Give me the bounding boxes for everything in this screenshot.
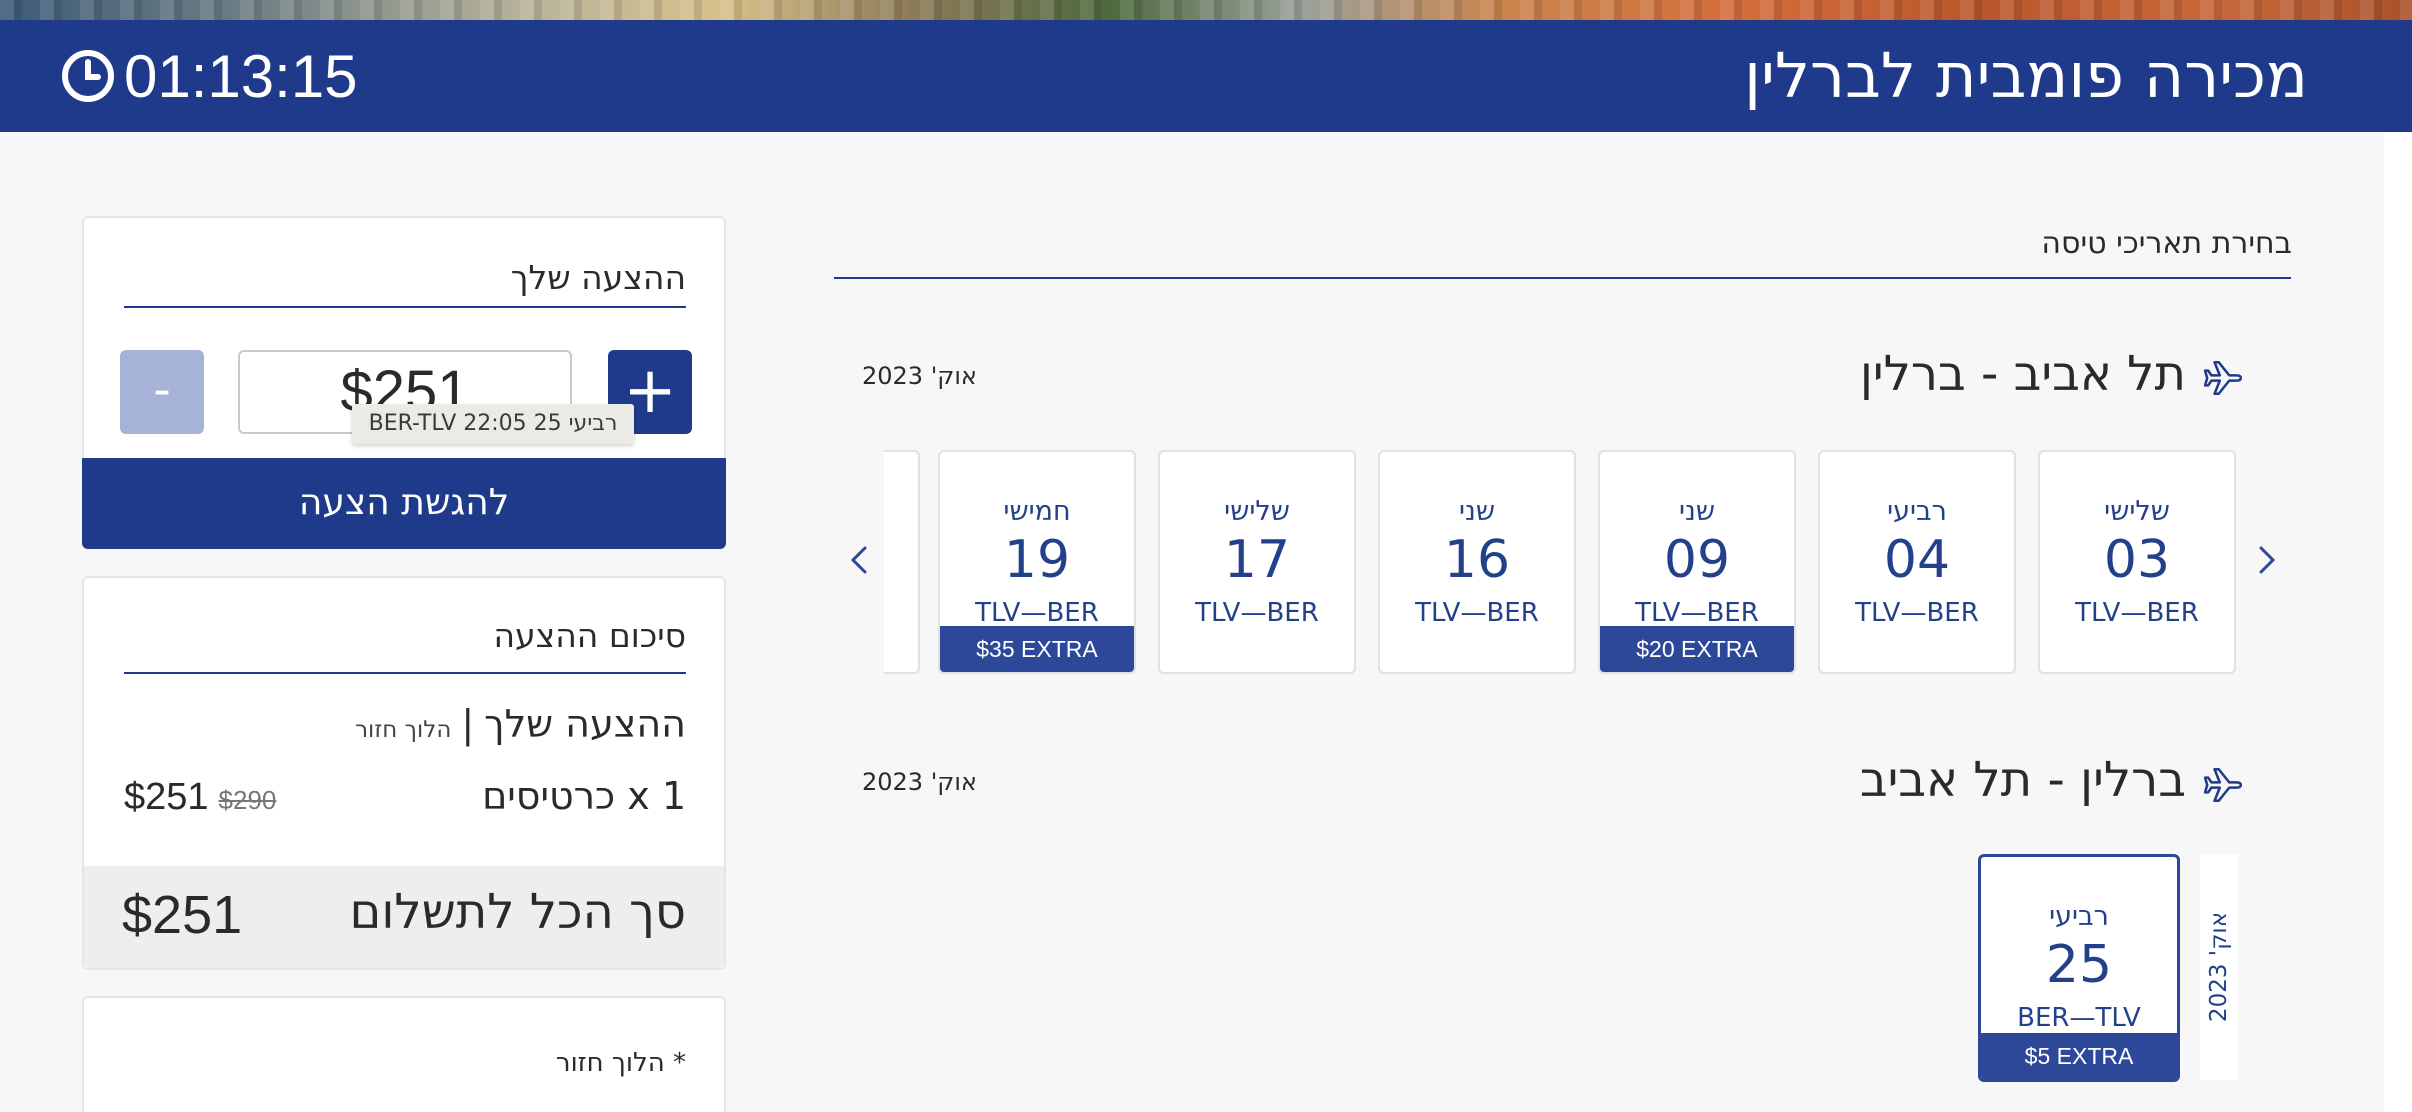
return-route-title: ברלין - תל אביב [1859,752,2186,808]
offer-panel: ההצעה שלך - $251 + רביעי 25 BER-TLV 22:0… [82,216,726,549]
chevron-right-icon[interactable] [2252,540,2282,580]
ticket-price: $251 $290 [124,776,276,819]
date-card-route: TLV—BER [1635,598,1759,628]
date-card-day: 16 [1443,530,1511,590]
offer-type-main: ההצעה שלך [484,702,686,746]
page-title: מכירה פומבית לברלין [1744,39,2308,112]
summary-heading-rule [124,672,686,674]
chevron-left-icon[interactable] [844,540,874,580]
tickets-count-label: 1 x כרטיסים [482,774,686,818]
offer-heading-rule [124,306,686,308]
right-gutter [2384,132,2412,1112]
date-card-day: 25 [2045,935,2113,995]
date-card-weekday: שני [1679,496,1715,527]
offer-type-separator: | [461,702,475,746]
date-card-partial[interactable] [884,450,920,674]
decrease-offer-button[interactable]: - [120,350,204,434]
offer-type-line: ההצעה שלך | הלוך חזור [355,702,686,746]
submit-offer-button[interactable]: להגשת הצעה [82,458,726,549]
total-label: סך הכל לתשלום [349,884,686,940]
date-card-route: BER—TLV [2017,1003,2141,1033]
date-card-day: 17 [1223,530,1291,590]
date-card-route: TLV—BER [2075,598,2199,628]
date-card-extra-badge: $35 EXTRA [940,626,1134,672]
date-card-route: TLV—BER [1855,598,1979,628]
date-card-weekday: שלישי [2104,496,2170,527]
offer-summary-panel: סיכום ההצעה ההצעה שלך | הלוך חזור 1 x כר… [82,576,726,970]
total-bar: סך הכל לתשלום $251 [84,866,724,968]
date-card-route: TLV—BER [1415,598,1539,628]
offer-heading: ההצעה שלך [510,258,686,297]
date-card-weekday: שלישי [1224,496,1290,527]
clock-icon [62,50,114,102]
outbound-route-title: תל אביב - ברלין [1859,346,2186,402]
outbound-month-label: אוק' 2023 [862,362,977,390]
plane-icon [2203,360,2243,396]
date-card-weekday: חמישי [1003,496,1071,527]
month-side-label-text: אוק' 2023 [2206,911,2232,1023]
date-card-day: 09 [1663,530,1731,590]
date-card-day: 03 [2103,530,2171,590]
date-card[interactable]: שלישי 17 TLV—BER [1158,450,1356,674]
date-card-day: 04 [1883,530,1951,590]
date-card[interactable]: שלישי 03 TLV—BER [2038,450,2236,674]
total-amount: $251 [122,885,243,945]
date-card-extra-badge: $5 EXTRA [1981,1033,2177,1079]
month-side-label: אוק' 2023 [2200,854,2238,1080]
date-card-weekday: רביעי [2049,901,2109,932]
date-card[interactable]: שני 16 TLV—BER [1378,450,1576,674]
date-card[interactable]: שני 09 TLV—BER $20 EXTRA [1598,450,1796,674]
dates-section-title: בחירת תאריכי טיסה [2041,226,2292,261]
date-card-day: 19 [1003,530,1071,590]
summary-heading: סיכום ההצעה [493,616,686,655]
round-trip-note: * הלוך חזור [555,1048,686,1078]
date-card-extra-badge: $20 EXTRA [1600,626,1794,672]
date-card-route: TLV—BER [975,598,1099,628]
plane-icon [2203,767,2243,803]
price-new: $251 [124,776,209,818]
date-card-weekday: רביעי [1887,496,1947,527]
date-card-weekday: שני [1459,496,1495,527]
offer-type-sub: הלוך חזור [355,717,452,743]
countdown-timer: 01:13:15 [60,40,358,112]
date-card-route: TLV—BER [1195,598,1319,628]
note-panel: * הלוך חזור [82,996,726,1112]
return-month-label: אוק' 2023 [862,768,977,796]
timer-value: 01:13:15 [124,42,358,110]
date-card[interactable]: רביעי 04 TLV—BER [1818,450,2016,674]
header-banner-photo [0,0,2412,20]
price-old: $290 [218,785,277,815]
dates-section-rule [834,277,2291,279]
page-header: 01:13:15 מכירה פומבית לברלין [0,20,2412,132]
flight-tooltip: רביעי 25 BER-TLV 22:05 [352,404,634,444]
date-card[interactable]: חמישי 19 TLV—BER $35 EXTRA [938,450,1136,674]
date-card-selected[interactable]: רביעי 25 BER—TLV $5 EXTRA [1978,854,2180,1082]
